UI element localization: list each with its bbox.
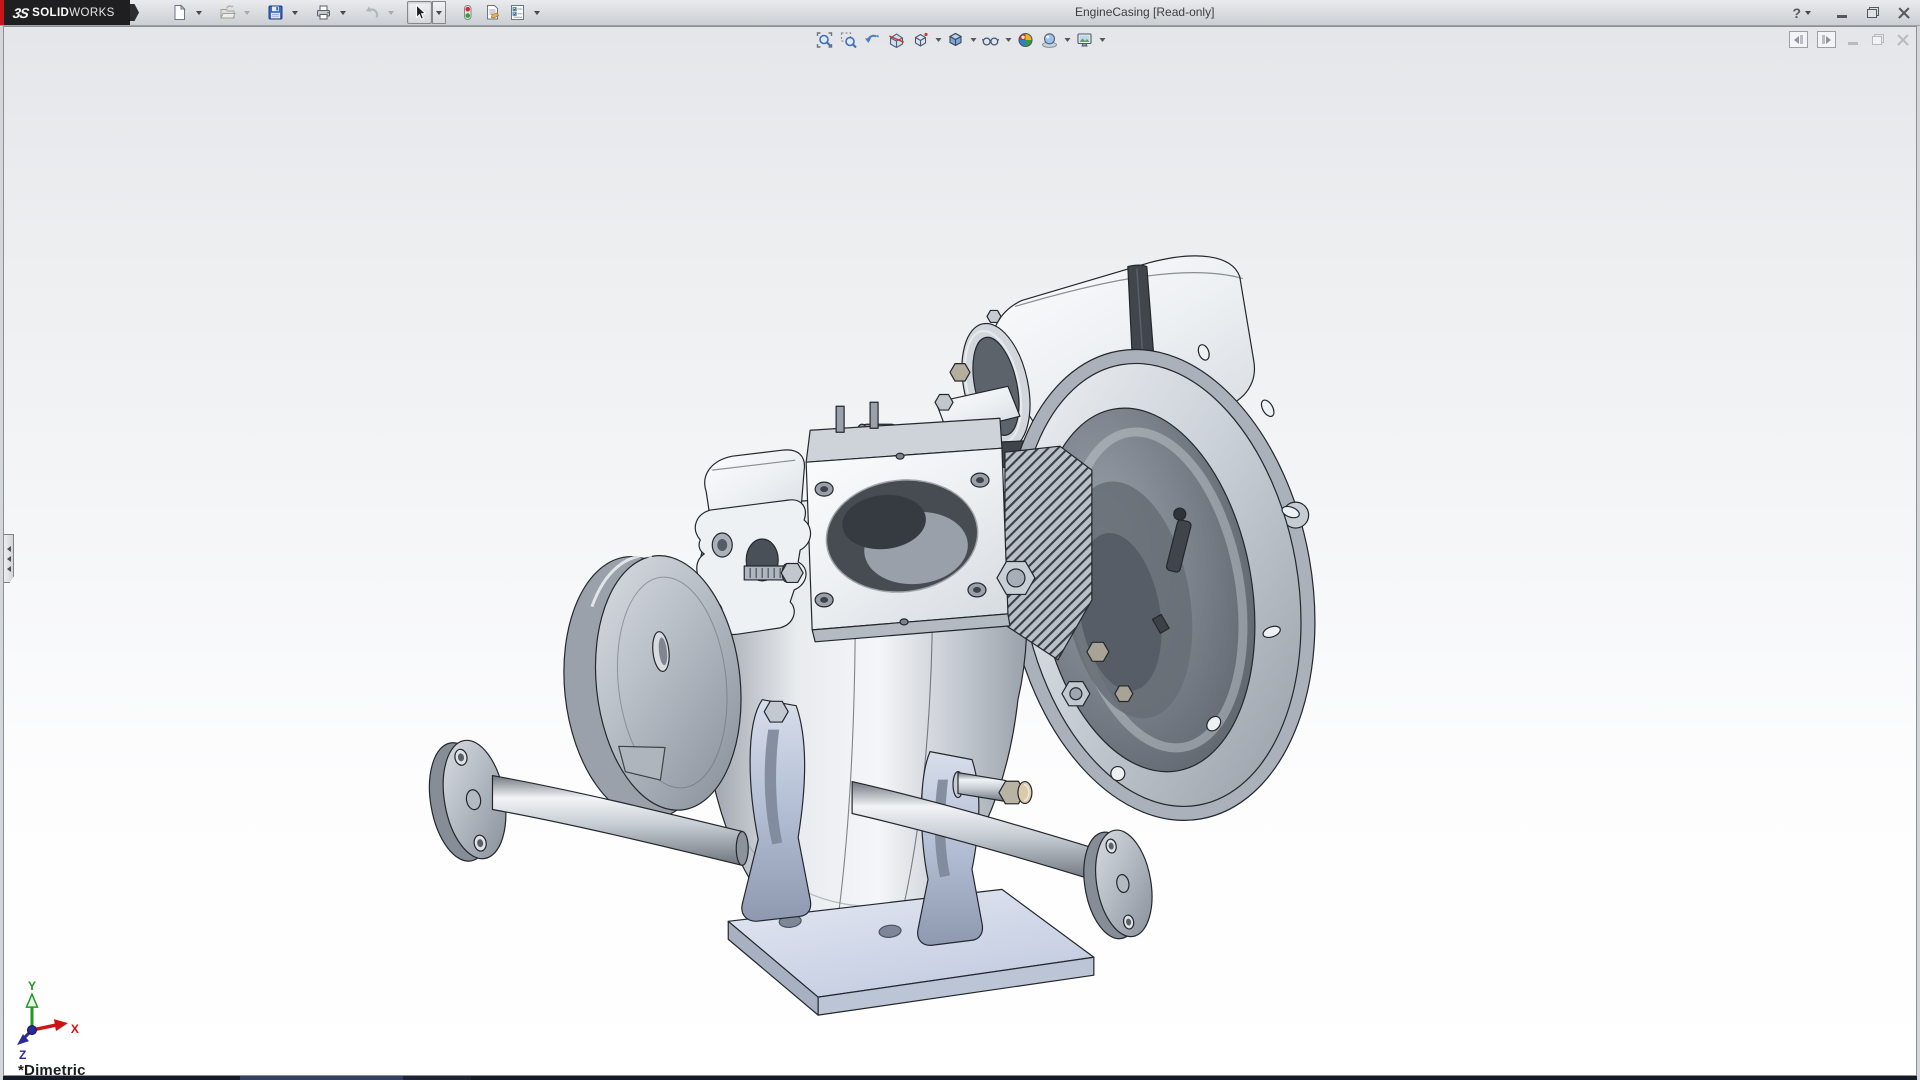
hide-show-items-dropdown[interactable]	[1003, 29, 1014, 50]
doc-restore-button[interactable]	[1870, 32, 1886, 48]
document-window-controls	[1789, 31, 1911, 48]
view-orientation-label: *Dimetric	[18, 1062, 86, 1076]
triad-origin	[27, 1026, 36, 1035]
triad-x-arrowhead	[54, 1019, 68, 1031]
close-button[interactable]	[1896, 5, 1912, 21]
triad-z-label: Z	[19, 1048, 26, 1062]
restore-button[interactable]	[1865, 5, 1881, 21]
view-triad: Y X Z	[17, 979, 79, 1062]
doc-minimize-icon	[1848, 42, 1858, 45]
options-button[interactable]	[505, 1, 530, 24]
model-carb-flange[interactable]	[806, 402, 1010, 642]
select-dropdown[interactable]	[432, 1, 446, 24]
view-settings-icon	[1076, 31, 1094, 49]
hide-show-items-icon	[982, 31, 1000, 49]
brand-wordmark: SOLIDWORKS	[32, 7, 115, 19]
feature-manager-collapsed-tab[interactable]	[4, 534, 14, 583]
collapse-arrow-icon	[7, 566, 11, 572]
window-controls: ?	[1792, 0, 1912, 25]
pane-left-icon	[1794, 36, 1799, 44]
edit-appearance-icon	[1017, 31, 1035, 49]
apply-scene-button[interactable]	[1038, 29, 1062, 50]
doc-minimize-button[interactable]	[1845, 32, 1861, 48]
select-cursor-icon	[411, 4, 428, 21]
open-dropdown[interactable]	[240, 1, 254, 24]
display-style-dropdown[interactable]	[968, 29, 979, 50]
help-icon[interactable]: ?	[1792, 6, 1801, 20]
view-settings-button[interactable]	[1073, 29, 1097, 50]
apply-scene-dropdown[interactable]	[1062, 29, 1073, 50]
print-dropdown[interactable]	[336, 1, 350, 24]
undo-icon	[363, 4, 380, 21]
model-bolt-tan[interactable]	[950, 364, 970, 381]
display-style-button[interactable]	[944, 29, 968, 50]
headsup-view-toolbar	[813, 29, 1108, 50]
previous-view-icon	[864, 31, 882, 49]
view-settings-dropdown[interactable]	[1097, 29, 1108, 50]
new-document-dropdown[interactable]	[192, 1, 206, 24]
print-button[interactable]	[311, 1, 336, 24]
previous-view-button[interactable]	[861, 29, 885, 50]
doc-close-button[interactable]	[1895, 32, 1911, 48]
hide-show-items-button[interactable]	[979, 29, 1003, 50]
help-dropdown[interactable]	[1801, 1, 1815, 24]
select-button[interactable]	[407, 1, 432, 24]
file-properties-icon	[484, 4, 501, 21]
display-style-icon	[947, 31, 965, 49]
view-orientation-button[interactable]	[909, 29, 933, 50]
rebuild-traffic-light-icon	[459, 4, 476, 21]
section-view-icon	[888, 31, 906, 49]
section-view-button[interactable]	[885, 29, 909, 50]
apply-scene-icon	[1041, 31, 1059, 49]
model-bolt-hex[interactable]	[1087, 642, 1109, 661]
file-properties-button[interactable]	[480, 1, 505, 24]
title-bar: 3S SOLIDWORKS	[0, 0, 1920, 26]
doc-restore-icon	[1872, 34, 1884, 45]
collapse-pane-button[interactable]	[1789, 31, 1808, 48]
zoom-to-area-button[interactable]	[837, 29, 861, 50]
doc-close-icon	[1897, 34, 1909, 46]
graphics-area[interactable]: Y X Z	[3, 26, 1917, 1076]
status-strip	[3, 1076, 1917, 1080]
model-threaded-stud[interactable]	[744, 563, 803, 582]
model-canvas[interactable]: Y X Z	[4, 27, 1916, 1075]
restore-icon	[1867, 7, 1879, 18]
view-orientation-dropdown[interactable]	[933, 29, 944, 50]
pane-right-icon	[1826, 36, 1831, 44]
print-icon	[315, 4, 332, 21]
options-dropdown[interactable]	[530, 1, 544, 24]
expand-pane-button[interactable]	[1817, 31, 1836, 48]
save-icon	[267, 4, 284, 21]
brand-3s-glyph: 3S	[12, 5, 30, 21]
save-button[interactable]	[263, 1, 288, 24]
model-engine-casing[interactable]	[421, 256, 1351, 1015]
close-icon	[1898, 7, 1910, 19]
triad-x-label: X	[71, 1022, 79, 1036]
undo-button[interactable]	[359, 1, 384, 24]
open-folder-icon	[219, 4, 236, 21]
collapse-arrow-icon	[7, 556, 11, 562]
undo-dropdown[interactable]	[384, 1, 398, 24]
rebuild-button[interactable]	[455, 1, 480, 24]
options-icon	[509, 4, 526, 21]
new-document-icon	[171, 4, 188, 21]
window-title: EngineCasing [Read-only]	[1075, 0, 1214, 25]
edit-appearance-button[interactable]	[1014, 29, 1038, 50]
zoom-to-fit-icon	[816, 31, 834, 49]
triad-y-arrowhead	[26, 994, 37, 1007]
triad-y-label: Y	[28, 979, 36, 993]
brand-red-stripe	[0, 0, 4, 25]
open-button[interactable]	[215, 1, 240, 24]
minimize-button[interactable]	[1834, 5, 1850, 21]
minimize-icon	[1837, 15, 1847, 18]
solidworks-logo: 3S SOLIDWORKS	[0, 0, 130, 25]
menu-expand-arrow[interactable]	[130, 4, 139, 21]
new-document-button[interactable]	[167, 1, 192, 24]
zoom-to-area-icon	[840, 31, 858, 49]
zoom-to-fit-button[interactable]	[813, 29, 837, 50]
collapse-arrow-icon	[7, 546, 11, 552]
view-orientation-icon	[912, 31, 930, 49]
main-toolbar	[167, 1, 544, 24]
save-dropdown[interactable]	[288, 1, 302, 24]
